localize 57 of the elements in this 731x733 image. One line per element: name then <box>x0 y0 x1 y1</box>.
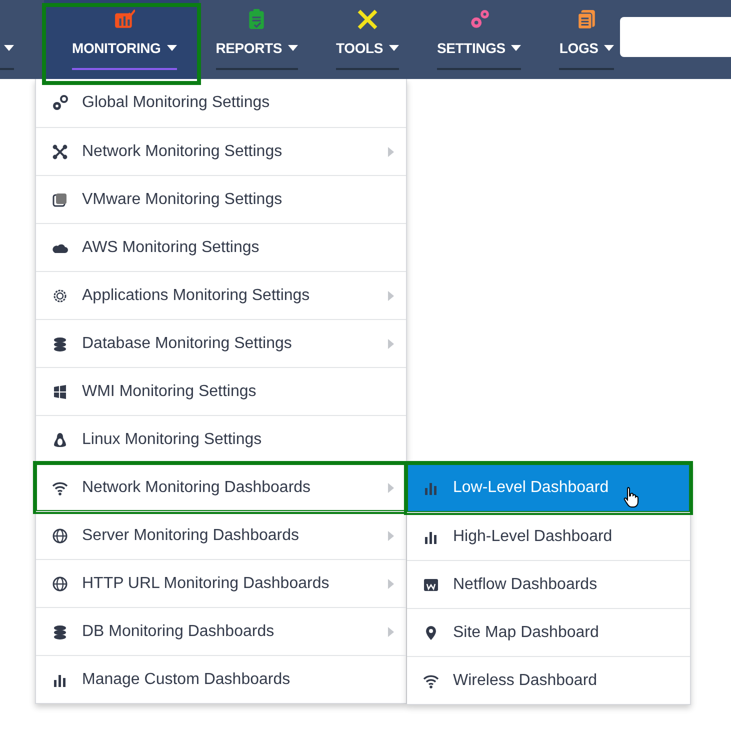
submenu-item[interactable]: Wireless Dashboard <box>407 656 690 704</box>
caret-icon <box>166 45 177 51</box>
menu-item[interactable]: HTTP URL Monitoring Dashboards <box>36 559 406 607</box>
menu-item[interactable]: Linux Monitoring Settings <box>36 415 406 463</box>
menu-item[interactable]: Applications Monitoring Settings <box>36 271 406 319</box>
penguin-icon <box>52 432 68 448</box>
vm-icon <box>52 192 68 208</box>
pin-icon <box>423 624 439 640</box>
nav-tab[interactable]: TOOLS <box>336 0 399 79</box>
db-icon <box>52 624 68 640</box>
nav-tab[interactable]: LOGS <box>559 0 614 79</box>
chevron-right-icon <box>388 290 394 300</box>
submenu-item[interactable]: Netflow Dashboards <box>407 560 690 608</box>
network-icon <box>52 144 68 160</box>
chevron-right-icon <box>388 482 394 492</box>
gears-icon <box>52 95 68 111</box>
caret-icon <box>511 45 522 51</box>
hand-cursor-icon <box>623 486 641 508</box>
nav-tab[interactable]: REPORTS <box>216 0 298 79</box>
chevron-right-icon <box>388 146 394 156</box>
submenu-item[interactable]: High-Level Dashboard <box>407 512 690 560</box>
caret-icon <box>389 45 399 51</box>
globe-icon <box>52 576 68 592</box>
wifi-icon <box>52 480 68 496</box>
search-field[interactable] <box>620 17 731 57</box>
menu-item[interactable]: WMI Monitoring Settings <box>36 367 406 415</box>
menu-item[interactable]: Global Monitoring Settings <box>36 79 406 127</box>
submenu-item[interactable]: Low-Level Dashboard <box>407 464 690 512</box>
nav-label: SETTINGS <box>437 39 506 58</box>
netflow-icon <box>423 576 439 592</box>
db-icon <box>52 336 68 352</box>
wifi-icon <box>423 672 439 688</box>
nav-label: LOGS <box>559 39 598 58</box>
nav-tab[interactable]: SETTINGS <box>437 0 522 79</box>
nav-label: TOOLS <box>336 39 383 58</box>
chevron-right-icon <box>388 338 394 348</box>
nav-label: REPORTS <box>216 39 282 58</box>
menu-item[interactable]: Database Monitoring Settings <box>36 319 406 367</box>
chevron-right-icon <box>388 530 394 540</box>
chevron-right-icon <box>388 626 394 636</box>
globe-icon <box>52 528 68 544</box>
menu-item[interactable]: Server Monitoring Dashboards <box>36 511 406 559</box>
caret-icon <box>4 45 14 51</box>
caret-icon <box>288 45 298 51</box>
submenu-item[interactable]: Site Map Dashboard <box>407 608 690 656</box>
menu-item[interactable]: Network Monitoring Settings <box>36 127 406 175</box>
bars-icon <box>423 480 439 496</box>
chevron-right-icon <box>388 578 394 588</box>
caret-icon <box>604 45 614 51</box>
nav-label: MONITORING <box>72 39 161 58</box>
menu-item[interactable]: Network Monitoring Dashboards <box>36 463 406 511</box>
menu-item[interactable]: VMware Monitoring Settings <box>36 175 406 223</box>
windows-icon <box>52 384 68 400</box>
menu-item[interactable]: DB Monitoring Dashboards <box>36 607 406 655</box>
menu-item[interactable]: Manage Custom Dashboards <box>36 655 406 703</box>
menu-item[interactable]: AWS Monitoring Settings <box>36 223 406 271</box>
gear-icon <box>52 288 68 304</box>
